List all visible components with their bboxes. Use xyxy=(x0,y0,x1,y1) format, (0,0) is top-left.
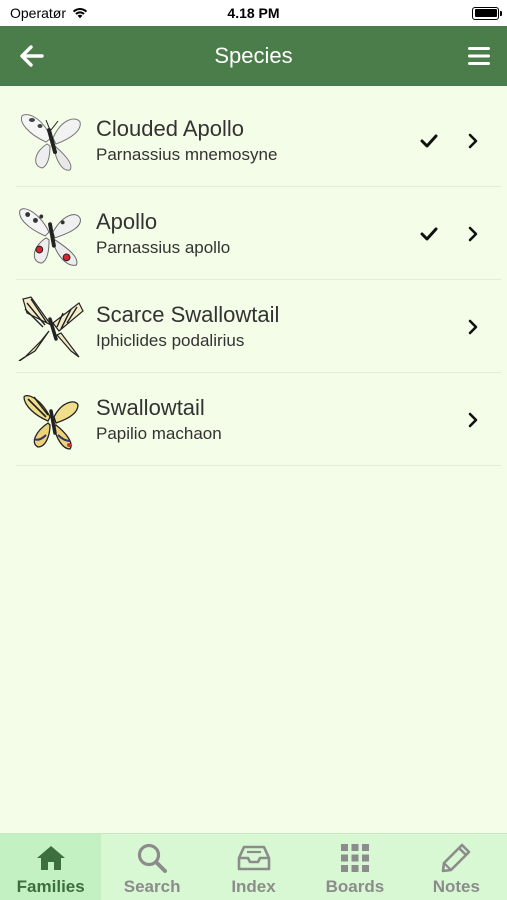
tab-index[interactable]: Index xyxy=(203,834,304,900)
tab-label: Families xyxy=(16,877,85,896)
butterfly-image xyxy=(16,385,86,455)
home-icon xyxy=(34,842,68,874)
pencil-icon xyxy=(439,842,473,874)
tab-search[interactable]: Search xyxy=(101,834,202,900)
species-latin-name: Parnassius apollo xyxy=(96,237,231,257)
species-latin-name: Parnassius mnemosyne xyxy=(96,144,278,164)
tab-bar: Families Search Index Boards Notes xyxy=(0,833,507,900)
species-common-name: Scarce Swallowtail xyxy=(96,302,280,328)
species-row[interactable]: Swallowtail Papilio machaon xyxy=(0,373,507,466)
page-title: Species xyxy=(214,43,293,68)
tab-label: Search xyxy=(123,877,181,896)
species-list: Clouded Apollo Parnassius mnemosyne Apol… xyxy=(0,94,507,466)
species-names: Apollo Parnassius apollo xyxy=(96,209,417,257)
species-names: Clouded Apollo Parnassius mnemosyne xyxy=(96,116,417,164)
back-button[interactable] xyxy=(16,40,48,72)
species-common-name: Apollo xyxy=(96,209,158,235)
tab-boards[interactable]: Boards xyxy=(304,834,405,900)
chevron-right-icon xyxy=(463,317,483,337)
inbox-icon xyxy=(237,842,271,874)
chevron-right-icon xyxy=(463,131,483,151)
species-latin-name: Iphiclides podalirius xyxy=(96,330,245,350)
chevron-right-icon xyxy=(463,410,483,430)
species-latin-name: Papilio machaon xyxy=(96,423,222,443)
butterfly-image xyxy=(16,292,86,362)
grid-icon xyxy=(338,842,372,874)
tab-label: Notes xyxy=(432,877,480,896)
tab-label: Boards xyxy=(325,877,385,896)
tab-notes[interactable]: Notes xyxy=(406,834,507,900)
hamburger-menu-icon xyxy=(468,47,490,65)
tab-families[interactable]: Families xyxy=(0,834,102,900)
species-common-name: Swallowtail xyxy=(96,395,205,421)
arrow-left-icon xyxy=(20,45,44,67)
species-names: Swallowtail Papilio machaon xyxy=(96,395,463,443)
butterfly-image xyxy=(16,106,86,176)
battery-icon xyxy=(472,6,502,20)
checkmark-icon xyxy=(417,129,441,153)
search-icon xyxy=(135,842,169,874)
nav-bar: Species xyxy=(0,26,507,86)
species-row[interactable]: Apollo Parnassius apollo xyxy=(0,187,507,280)
checkmark-icon xyxy=(417,222,441,246)
status-bar: Operatør 4.18 PM xyxy=(0,0,507,26)
butterfly-image xyxy=(16,199,86,269)
tab-label: Index xyxy=(231,877,276,896)
carrier-label: Operatør xyxy=(10,5,67,21)
status-left: Operatør xyxy=(10,5,89,22)
species-names: Scarce Swallowtail Iphiclides podalirius xyxy=(96,302,463,350)
species-row[interactable]: Clouded Apollo Parnassius mnemosyne xyxy=(0,94,507,187)
wifi-icon xyxy=(71,5,89,22)
menu-button[interactable] xyxy=(463,40,495,72)
species-row[interactable]: Scarce Swallowtail Iphiclides podalirius xyxy=(0,280,507,373)
species-common-name: Clouded Apollo xyxy=(96,116,245,142)
chevron-right-icon xyxy=(463,224,483,244)
